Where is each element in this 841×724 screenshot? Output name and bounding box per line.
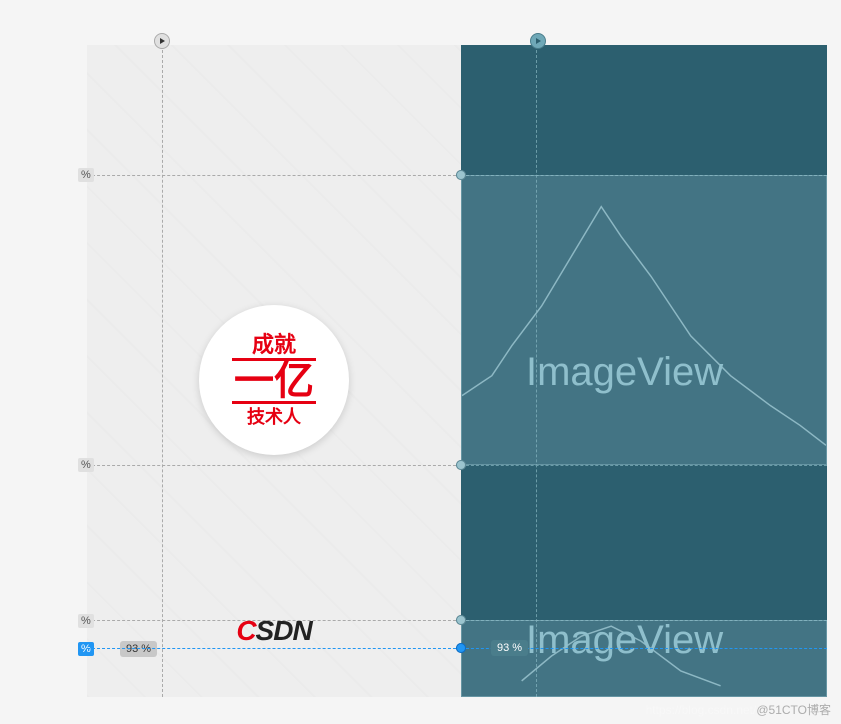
percent-label-selected[interactable]: % <box>78 642 94 656</box>
guideline-handle-v-design[interactable] <box>154 33 170 49</box>
badge-text-top: 成就 <box>252 334 296 356</box>
bp-anchor-1[interactable] <box>456 170 466 180</box>
guideline-value-design[interactable]: 93 % <box>120 641 157 657</box>
guideline-handle-v-blueprint[interactable] <box>530 33 546 49</box>
bp-anchor-2[interactable] <box>456 460 466 470</box>
guideline-h-1[interactable] <box>87 175 461 176</box>
bp-anchor-3[interactable] <box>456 615 466 625</box>
percent-label-2: % <box>78 458 94 472</box>
editor-canvas: 成就 一亿 技术人 CSDN ImageView Image <box>87 45 827 697</box>
csdn-badge: 成就 一亿 技术人 <box>199 305 349 455</box>
guideline-vertical[interactable] <box>162 45 163 697</box>
logo-rest: SDN <box>256 615 312 646</box>
badge-text-bottom: 技术人 <box>247 408 301 426</box>
guideline-h-2[interactable] <box>87 465 461 466</box>
watermark-cto: @51CTO博客 <box>756 703 831 717</box>
badge-text-middle: 一亿 <box>232 358 316 404</box>
mountain-icon <box>462 176 826 466</box>
csdn-logo: CSDN <box>236 615 311 647</box>
logo-c: C <box>236 615 255 646</box>
blueprint-panel[interactable]: ImageView ImageView 93 % <box>461 45 827 697</box>
imageview-1-label: ImageView <box>526 350 723 395</box>
bp-guideline-h-2[interactable] <box>461 465 827 466</box>
imageview-1[interactable] <box>461 175 827 465</box>
design-panel[interactable]: 成就 一亿 技术人 CSDN <box>87 45 461 697</box>
percent-label-3: % <box>78 614 94 628</box>
guideline-value-blueprint[interactable]: 93 % <box>491 640 528 656</box>
percent-label-1: % <box>78 168 94 182</box>
imageview-2-label: ImageView <box>526 618 723 663</box>
watermark-blog: https://blog.csdn.net/ <box>646 703 757 717</box>
guideline-h-selected[interactable] <box>87 648 461 649</box>
watermark: https://blog.csdn.net/@51CTO博客 <box>646 701 831 718</box>
